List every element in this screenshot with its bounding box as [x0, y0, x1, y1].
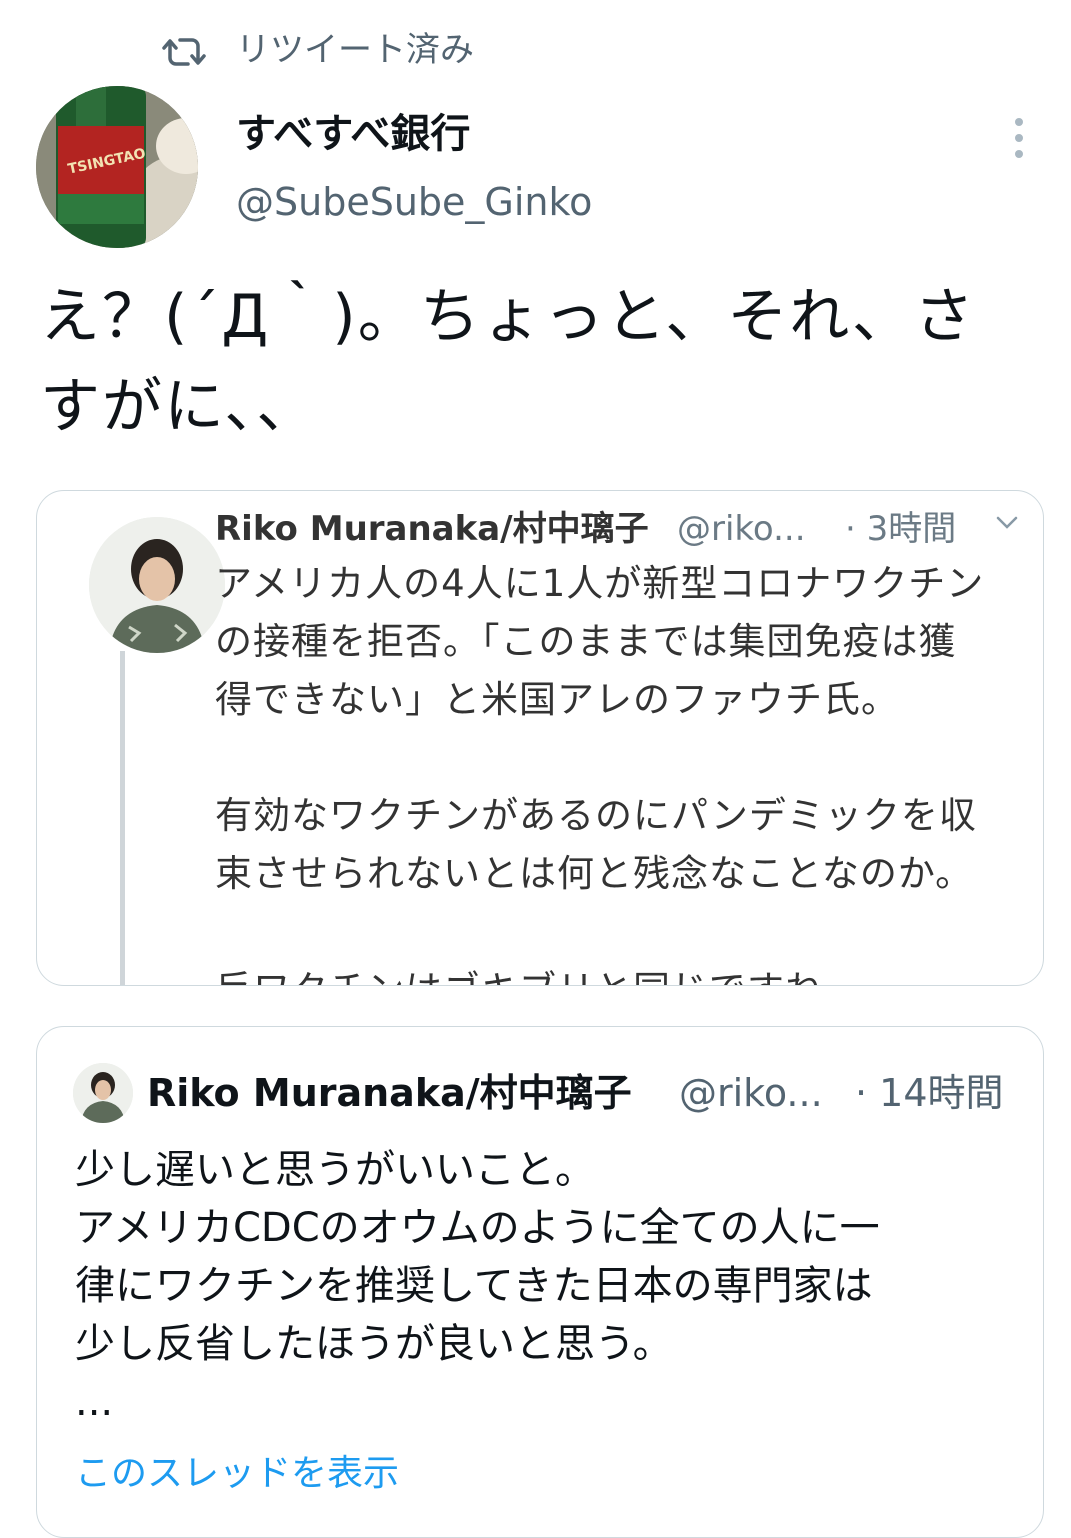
quoted-text-ellipsis: ...: [75, 1379, 114, 1425]
avatar-image: TSINGTAO: [36, 86, 198, 248]
author-display-name[interactable]: すべすべ銀行: [236, 106, 470, 162]
screenshot-author-handle: @riko...: [677, 509, 806, 549]
quoted-text-line: アメリカCDCのオウムのように全ての人に一: [75, 1205, 880, 1251]
screenshot-text-line: 束させられないとは何と残念なことなのか。: [215, 852, 974, 895]
quoted-text-line: 少し遅いと思うがいいこと。: [75, 1147, 595, 1193]
quoted-text-line: 少し反省したほうが良いと思う。: [75, 1321, 673, 1367]
screenshot-author-name: Riko Muranaka/村中璃子: [215, 509, 649, 549]
screenshot-text-line: 有効なワクチンがあるのにパンデミックを収: [215, 794, 977, 837]
tweet-text-line: え？(´Д｀)。ちょっと、それ、さ: [40, 282, 976, 352]
screenshot-text-line: 得できない」と米国アレのファウチ氏。: [215, 678, 899, 721]
screenshot-timestamp: · 3時間: [845, 509, 957, 549]
tweet-text: え？(´Д｀)。ちょっと、それ、さ すがに、、: [40, 272, 1040, 452]
thread-line: [120, 651, 125, 985]
author-handle[interactable]: @SubeSube_Ginko: [236, 176, 592, 228]
screenshot-tweet-text: アメリカ人の4人に1人が新型コロナワクチン の接種を拒否。「このままでは集団免疫…: [215, 555, 1035, 985]
screenshot-author-avatar: [89, 517, 225, 653]
quoted-text-line: 律にワクチンを推奨してきた日本の専門家は: [75, 1263, 873, 1309]
embedded-screenshot-card[interactable]: Riko Muranaka/村中璃子 @riko... · 3時間 アメリカ人の…: [36, 490, 1044, 986]
chevron-down-icon: [996, 516, 1018, 529]
screenshot-text-line: の接種を拒否。「このままでは集団免疫は獲: [215, 620, 957, 663]
retweeted-label: リツイート済み: [236, 30, 474, 70]
quoted-tweet-card[interactable]: Riko Muranaka/村中璃子 @riko... · 14時間 少し遅いと…: [36, 1026, 1044, 1538]
more-options-icon[interactable]: [1004, 114, 1034, 158]
tweet-text-line: すがに、、: [40, 372, 319, 442]
quoted-author-name: Riko Muranaka/村中璃子: [147, 1071, 632, 1115]
quoted-timestamp: · 14時間: [855, 1071, 1004, 1115]
retweet-icon: [162, 38, 206, 66]
screenshot-text-line: アメリカ人の4人に1人が新型コロナワクチン: [215, 562, 985, 605]
author-avatar[interactable]: TSINGTAO: [36, 86, 198, 248]
quoted-author-avatar: [73, 1063, 133, 1123]
quoted-author-handle: @riko...: [679, 1071, 823, 1115]
quoted-tweet-text: 少し遅いと思うがいいこと。 アメリカCDCのオウムのように全ての人に一 律にワク…: [75, 1141, 1015, 1431]
screenshot-text-line: 反ワクチンはゴキブリと同じですね。: [215, 961, 1035, 985]
show-thread-link[interactable]: このスレッドを表示: [75, 1447, 399, 1501]
